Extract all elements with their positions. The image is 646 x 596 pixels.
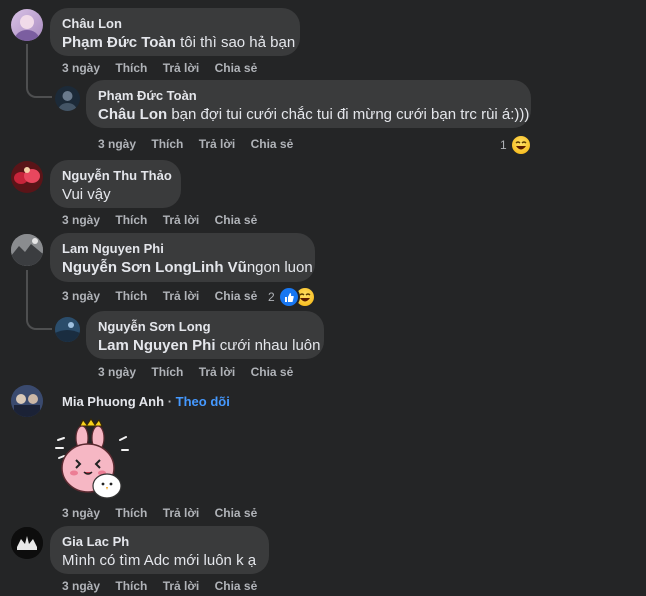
- like-button[interactable]: Thích: [151, 137, 183, 151]
- like-button[interactable]: Thích: [115, 579, 147, 593]
- avatar-image: [55, 317, 80, 342]
- comment-actions: 3 ngày Thích Trả lời Chia sẻ: [62, 579, 269, 593]
- like-button[interactable]: Thích: [115, 213, 147, 227]
- comment-text: Vui vậy: [62, 186, 111, 203]
- comment-text: Lam Nguyen Phi cưới nhau luôn: [98, 336, 320, 356]
- comment-text: Châu Lon bạn đợi tui cưới chắc tui đi mừ…: [98, 105, 529, 125]
- reaction-summary[interactable]: 2: [268, 286, 316, 308]
- comment-body: bạn đợi tui cưới chắc tui đi mừng cưới b…: [167, 106, 530, 123]
- comment-bubble: Phạm Đức Toàn Châu Lon bạn đợi tui cưới …: [86, 80, 531, 128]
- comment-author[interactable]: Lam Nguyen Phi: [62, 241, 303, 257]
- timestamp[interactable]: 3 ngày: [98, 365, 136, 379]
- comment-author[interactable]: Gia Lac Ph: [62, 534, 257, 550]
- avatar[interactable]: [11, 161, 43, 193]
- reply-connector: [26, 80, 52, 98]
- comment-author[interactable]: Phạm Đức Toàn: [98, 88, 519, 104]
- avatar[interactable]: [11, 385, 43, 417]
- comment-actions: 3 ngày Thích Trả lời Chia sẻ: [62, 506, 269, 520]
- like-button[interactable]: Thích: [151, 365, 183, 379]
- reply-button[interactable]: Trả lời: [163, 213, 200, 227]
- avatar-image: [15, 15, 39, 41]
- comment-actions: 3 ngày Thích Trả lời Chia sẻ: [98, 137, 305, 151]
- comment-bubble: Gia Lac Ph Mình có tìm Adc mới luôn k ạ: [50, 526, 269, 574]
- timestamp[interactable]: 3 ngày: [62, 506, 100, 520]
- comment-body: tôi thì sao hả bạn: [175, 34, 296, 51]
- avatar[interactable]: [55, 317, 80, 342]
- comment-text: Mình có tìm Adc mới luôn k ạ: [62, 552, 257, 569]
- share-button[interactable]: Chia sẻ: [215, 579, 258, 593]
- comment-body: cưới nhau luôn: [215, 337, 321, 354]
- share-button[interactable]: Chia sẻ: [215, 61, 258, 75]
- share-button[interactable]: Chia sẻ: [215, 213, 258, 227]
- timestamp[interactable]: 3 ngày: [98, 137, 136, 151]
- mention-link[interactable]: Lam Nguyen Phi: [98, 337, 216, 354]
- mention-link[interactable]: Nguyễn Sơn LongLinh Vũ: [62, 259, 247, 276]
- comment-author[interactable]: Nguyễn Sơn Long: [98, 319, 312, 335]
- avatar-image: [58, 91, 77, 111]
- comment-bubble: Nguyễn Thu Thảo Vui vậy: [50, 160, 181, 208]
- share-button[interactable]: Chia sẻ: [251, 365, 294, 379]
- reaction-count: 1: [500, 138, 507, 152]
- haha-reaction-icon: [509, 134, 532, 156]
- avatar[interactable]: [11, 527, 43, 559]
- like-button[interactable]: Thích: [115, 61, 147, 75]
- reply-button[interactable]: Trả lời: [163, 61, 200, 75]
- thread-line: [26, 44, 28, 84]
- comment-actions: 3 ngày Thích Trả lời Chia sẻ: [62, 289, 269, 303]
- reply-button[interactable]: Trả lời: [163, 289, 200, 303]
- like-button[interactable]: Thích: [115, 506, 147, 520]
- share-button[interactable]: Chia sẻ: [215, 506, 258, 520]
- avatar[interactable]: [11, 9, 43, 41]
- avatar[interactable]: [11, 234, 43, 266]
- bunny-sticker[interactable]: [50, 418, 130, 500]
- avatar[interactable]: [55, 86, 80, 111]
- comment-actions: 3 ngày Thích Trả lời Chia sẻ: [62, 61, 269, 75]
- mention-link[interactable]: Châu Lon: [98, 106, 167, 123]
- like-button[interactable]: Thích: [115, 289, 147, 303]
- follow-button[interactable]: Theo dõi: [176, 394, 230, 409]
- timestamp[interactable]: 3 ngày: [62, 61, 100, 75]
- reply-button[interactable]: Trả lời: [163, 579, 200, 593]
- comment-header: Mia Phuong Anh · Theo dõi: [62, 394, 230, 410]
- avatar-image: [14, 167, 40, 184]
- reply-button[interactable]: Trả lời: [199, 365, 236, 379]
- comment-actions: 3 ngày Thích Trả lời Chia sẻ: [98, 365, 305, 379]
- comment-actions: 3 ngày Thích Trả lời Chia sẻ: [62, 213, 269, 227]
- reaction-summary[interactable]: 1: [500, 134, 532, 156]
- avatar-image: [11, 234, 43, 266]
- reply-button[interactable]: Trả lời: [163, 506, 200, 520]
- comment-bubble: Nguyễn Sơn Long Lam Nguyen Phi cưới nhau…: [86, 311, 324, 359]
- comment-author[interactable]: Mia Phuong Anh: [62, 394, 164, 409]
- thread-line: [26, 270, 28, 310]
- timestamp[interactable]: 3 ngày: [62, 579, 100, 593]
- mention-link[interactable]: Phạm Đức Toàn: [62, 34, 176, 51]
- comment-bubble: Châu Lon Phạm Đức Toàn tôi thì sao hả bạ…: [50, 8, 300, 56]
- share-button[interactable]: Chia sẻ: [251, 137, 294, 151]
- avatar-image: [11, 527, 43, 559]
- reply-connector: [26, 306, 52, 330]
- timestamp[interactable]: 3 ngày: [62, 289, 100, 303]
- timestamp[interactable]: 3 ngày: [62, 213, 100, 227]
- comment-text: Phạm Đức Toàn tôi thì sao hả bạn: [62, 33, 295, 53]
- separator-dot: ·: [167, 394, 173, 409]
- like-reaction-icon: [277, 286, 300, 308]
- comment-body: ngon luon: [246, 259, 313, 276]
- avatar-image: [11, 385, 43, 417]
- reaction-count: 2: [268, 290, 275, 304]
- comment-author[interactable]: Nguyễn Thu Thảo: [62, 168, 172, 184]
- reply-button[interactable]: Trả lời: [199, 137, 236, 151]
- comment-text: Nguyễn Sơn LongLinh Vũngon luon: [62, 258, 313, 278]
- comment-author[interactable]: Châu Lon: [62, 16, 288, 32]
- comment-bubble: Lam Nguyen Phi Nguyễn Sơn LongLinh Vũngo…: [50, 233, 315, 282]
- share-button[interactable]: Chia sẻ: [215, 289, 258, 303]
